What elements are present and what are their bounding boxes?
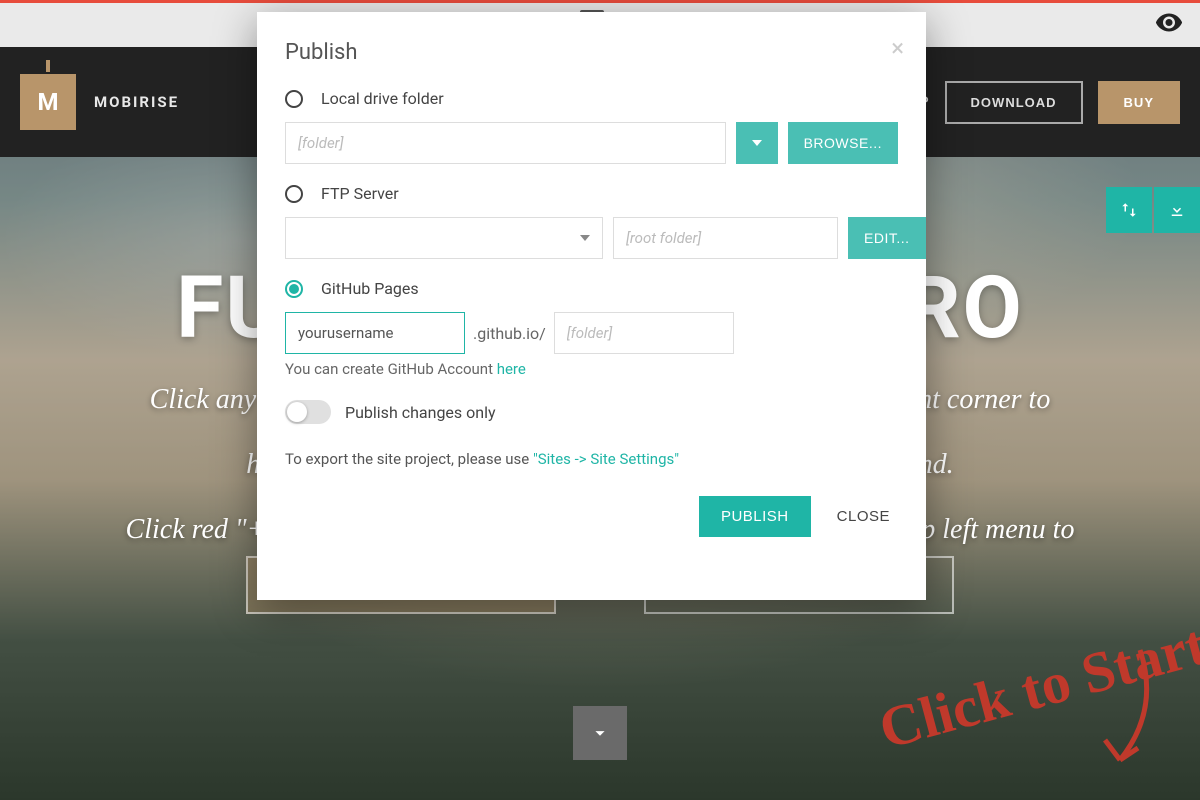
close-button[interactable]: CLOSE (829, 496, 898, 537)
ftp-edit-button[interactable]: EDIT... (848, 217, 926, 259)
export-note: To export the site project, please use "… (285, 450, 898, 468)
github-username-input[interactable] (285, 312, 465, 354)
github-domain-suffix: .github.io/ (473, 324, 546, 343)
local-drive-label: Local drive folder (321, 89, 444, 108)
dialog-title: Publish (285, 40, 898, 65)
scroll-down-button[interactable] (573, 706, 627, 760)
local-folder-input[interactable] (285, 122, 726, 164)
reorder-icon[interactable] (1106, 187, 1152, 233)
logo-icon[interactable]: M (20, 74, 76, 130)
radio-ftp[interactable] (285, 185, 303, 203)
github-create-account-link[interactable]: here (497, 360, 526, 378)
publish-changes-only-label: Publish changes only (345, 403, 496, 422)
radio-github-pages[interactable] (285, 280, 303, 298)
ftp-root-folder-input[interactable] (613, 217, 838, 259)
download-icon[interactable] (1154, 187, 1200, 233)
window-top-border (0, 0, 1200, 3)
side-action-buttons (1106, 187, 1200, 233)
github-folder-input[interactable] (554, 312, 734, 354)
close-icon[interactable]: × (891, 36, 904, 60)
ftp-label: FTP Server (321, 184, 399, 203)
publish-changes-only-toggle[interactable] (285, 400, 331, 424)
radio-local-drive[interactable] (285, 90, 303, 108)
preview-eye-icon[interactable] (1156, 13, 1182, 38)
local-folder-dropdown[interactable] (736, 122, 778, 164)
publish-dialog: Publish × Local drive folder BROWSE... F… (257, 12, 926, 600)
arrow-annotation-icon (1030, 640, 1170, 780)
ftp-server-select[interactable] (285, 217, 603, 259)
download-button[interactable]: DOWNLOAD (945, 81, 1083, 124)
browse-button[interactable]: BROWSE... (788, 122, 898, 164)
publish-button[interactable]: PUBLISH (699, 496, 811, 537)
buy-button[interactable]: BUY (1098, 81, 1180, 124)
github-pages-label: GitHub Pages (321, 279, 419, 298)
brand-name: MOBIRISE (94, 93, 179, 111)
sites-site-settings-link[interactable]: "Sites -> Site Settings" (533, 450, 679, 468)
github-helper-text: You can create GitHub Account here (285, 360, 898, 378)
